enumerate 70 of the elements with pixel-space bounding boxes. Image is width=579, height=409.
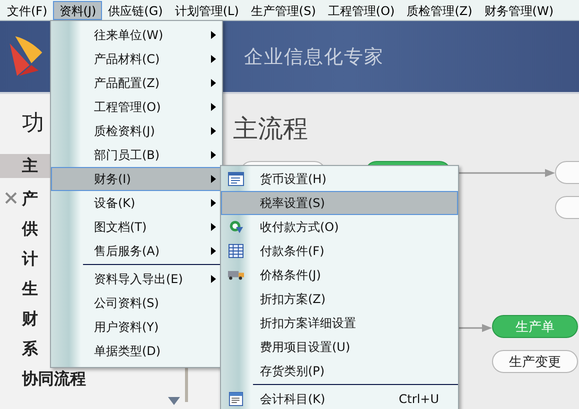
menu-item[interactable]: 质检资料(J) (51, 119, 222, 143)
menu-item[interactable]: 设备(K) (51, 191, 222, 215)
menu-item-label: 财务(I) (94, 170, 131, 188)
banner-title: 企业信息化专家 (244, 44, 384, 70)
table-icon (228, 244, 244, 258)
menu-item-label: 付款条件(F) (260, 242, 324, 260)
menu-item[interactable]: 税率设置(S) (221, 191, 458, 215)
menu-item[interactable]: 部门员工(B) (51, 143, 222, 167)
menu-item-label: 产品材料(C) (94, 50, 160, 68)
refresh-icon (228, 220, 244, 234)
menu-item-label: 价格条件(J) (260, 266, 321, 284)
document-icon (228, 172, 244, 186)
menu-item[interactable]: 折扣方案(Z) (221, 287, 458, 311)
menu-item-label: 部门员工(B) (94, 146, 160, 164)
menu-item[interactable]: 费用项目设置(U) (221, 335, 458, 359)
menu-item-label: 质检资料(J) (94, 122, 155, 140)
menu-item-label: 货币设置(H) (260, 170, 326, 188)
menu-item[interactable]: 货币设置(H) (221, 167, 458, 191)
menu-item-label: 用户资料(Y) (94, 318, 159, 336)
menu-item-label: 售后服务(A) (94, 242, 160, 260)
menu-item-label: 收付款方式(O) (260, 218, 339, 236)
menu-item-label: 税率设置(S) (260, 194, 325, 212)
menu-item[interactable]: 会计科目(K) Ctrl+U (221, 387, 458, 409)
menu-item[interactable]: 存货类别(P) (221, 359, 458, 383)
menu-item[interactable]: 售后服务(A) (51, 239, 222, 263)
menu-item-label: 会计科目(K) (260, 390, 326, 408)
sidebar-title: 功 (22, 110, 44, 138)
menu-item-label: 产品配置(Z) (94, 74, 160, 92)
menu-item-label: 资料导入导出(E) (94, 270, 183, 288)
menu-item[interactable]: 产品配置(Z) (51, 71, 222, 95)
menu-item[interactable]: 付款条件(F) (221, 239, 458, 263)
shortcut-label: Ctrl+U (398, 392, 439, 406)
menu-item[interactable]: 产品材料(C) (51, 47, 222, 71)
menu-item-label: 往来单位(W) (94, 26, 164, 44)
menu-item-label: 折扣方案详细设置 (260, 314, 356, 332)
menu-bar-item[interactable]: 资料(J) (53, 0, 102, 20)
menu-bar-item[interactable]: 生产管理(S) (244, 0, 322, 20)
menu-item[interactable]: 资料导入导出(E) (51, 267, 222, 291)
menu-item-label: 工程管理(O) (94, 98, 161, 116)
menu-item-label: 单据类型(D) (94, 342, 161, 360)
truck-icon (228, 268, 244, 282)
menu-item-label: 折扣方案(Z) (260, 290, 326, 308)
flow-node[interactable]: 生产变更 (492, 350, 578, 373)
flow-title: 主流程 (233, 113, 308, 145)
menu-item[interactable]: 折扣方案详细设置 (221, 311, 458, 335)
menu-item[interactable]: 价格条件(J) (221, 263, 458, 287)
menu-bar-item[interactable]: 供应链(G) (102, 0, 169, 20)
ledger-icon (228, 392, 244, 406)
menu-item[interactable]: 财务(I) (51, 167, 222, 191)
flow-arrow (458, 323, 492, 333)
menu-bar-item[interactable]: 财务管理(W) (478, 0, 560, 20)
tools-icon (5, 192, 17, 204)
menu-item[interactable]: 公司资料(S) (51, 291, 222, 315)
menu-item[interactable]: 图文档(T) (51, 215, 222, 239)
menu-item[interactable]: 单据类型(D) (51, 339, 222, 363)
menu-bar-item[interactable]: 质检管理(Z) (400, 0, 478, 20)
menu-item-label: 公司资料(S) (94, 294, 159, 312)
menu-item-label: 费用项目设置(U) (260, 338, 350, 356)
menu-bar-item[interactable]: 工程管理(O) (322, 0, 401, 20)
menu-item-label: 存货类别(P) (260, 362, 325, 380)
menu-bar-item[interactable]: 文件(F) (1, 0, 54, 20)
scroll-down-icon[interactable] (168, 397, 180, 405)
menu-item[interactable]: 工程管理(O) (51, 95, 222, 119)
menu-item-label: 图文档(T) (94, 218, 147, 236)
menu-item[interactable]: 收付款方式(O) (221, 215, 458, 239)
menu-item-label: 设备(K) (94, 194, 136, 212)
menu-item[interactable]: 往来单位(W) (51, 23, 222, 47)
menu-item[interactable]: 用户资料(Y) (51, 315, 222, 339)
sidebar-item[interactable]: 协同流程 (0, 364, 180, 394)
menu-bar-item[interactable]: 计划管理(L) (168, 0, 245, 20)
